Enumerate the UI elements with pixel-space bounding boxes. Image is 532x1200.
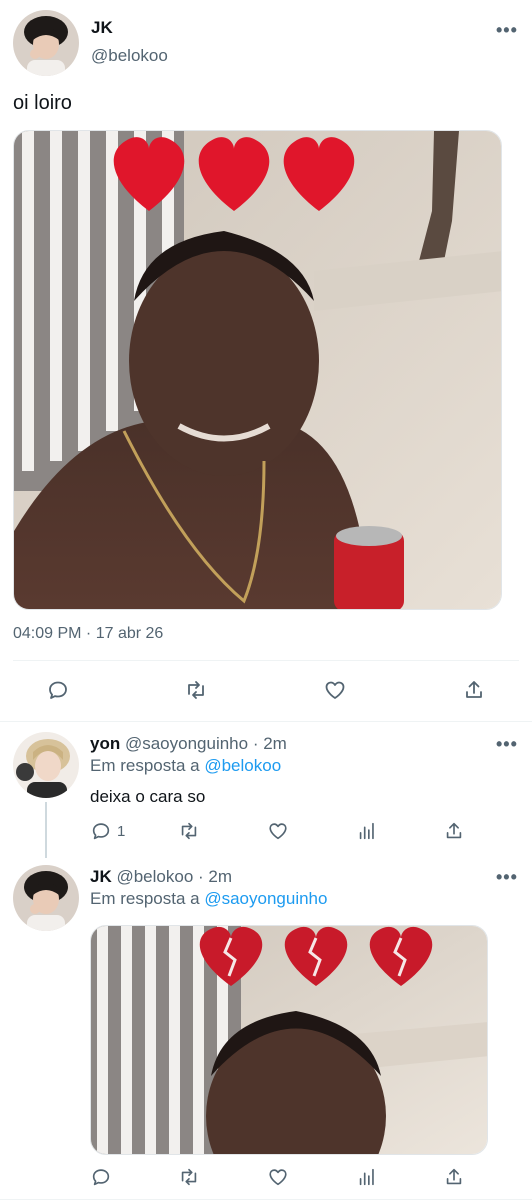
reply-icon[interactable]	[46, 678, 70, 702]
more-options-icon[interactable]: •••	[496, 867, 518, 888]
reply-prefix: Em resposta a	[90, 889, 200, 908]
retweet-icon[interactable]	[184, 678, 208, 702]
reply-display-name[interactable]: yon	[90, 734, 120, 753]
reply-count: 1	[117, 822, 126, 840]
reply-header: JK @belokoo · 2m	[90, 867, 232, 887]
share-icon[interactable]	[443, 820, 465, 842]
more-options-icon[interactable]: •••	[496, 734, 518, 755]
share-icon[interactable]	[462, 678, 486, 702]
like-icon[interactable]	[267, 820, 289, 842]
reply-time[interactable]: · 2m	[253, 734, 287, 753]
reply-icon[interactable]: 1	[90, 820, 125, 842]
reply-prefix: Em resposta a	[90, 756, 200, 775]
thread-connector	[45, 802, 47, 858]
reply-handle[interactable]: @saoyonguinho	[125, 734, 248, 753]
reply-to-link[interactable]: @belokoo	[204, 756, 281, 775]
reply-handle[interactable]: @belokoo	[116, 867, 193, 886]
views-icon[interactable]	[356, 820, 378, 842]
retweet-icon[interactable]	[178, 820, 200, 842]
reply-image[interactable]	[90, 925, 488, 1155]
author-handle[interactable]: @belokoo	[91, 46, 168, 66]
reply-display-name[interactable]: JK	[90, 867, 112, 886]
views-icon[interactable]	[356, 1166, 378, 1188]
reply-to-link[interactable]: @saoyonguinho	[204, 889, 327, 908]
reply-context: Em resposta a @saoyonguinho	[90, 889, 327, 909]
reply-avatar[interactable]	[13, 732, 79, 798]
reply-avatar[interactable]	[13, 865, 79, 931]
reply-header: yon @saoyonguinho · 2m	[90, 734, 287, 754]
tweet-text: oi loiro	[13, 92, 72, 114]
share-icon[interactable]	[443, 1166, 465, 1188]
tweet-image[interactable]	[13, 130, 502, 610]
reply-icon[interactable]	[90, 1166, 112, 1188]
author-display-name[interactable]: JK	[91, 18, 113, 38]
more-options-icon[interactable]: •••	[496, 20, 518, 41]
like-icon[interactable]	[323, 678, 347, 702]
author-avatar[interactable]	[13, 10, 79, 76]
main-tweet-divider	[0, 721, 532, 722]
reply-time[interactable]: · 2m	[198, 867, 232, 886]
retweet-icon[interactable]	[178, 1166, 200, 1188]
timestamp-divider	[13, 660, 519, 661]
tweet-timestamp[interactable]: 04:09 PM · 17 abr 26	[13, 625, 163, 643]
like-icon[interactable]	[267, 1166, 289, 1188]
reply-text: deixa o cara so	[90, 787, 206, 806]
reply-context: Em resposta a @belokoo	[90, 756, 281, 776]
